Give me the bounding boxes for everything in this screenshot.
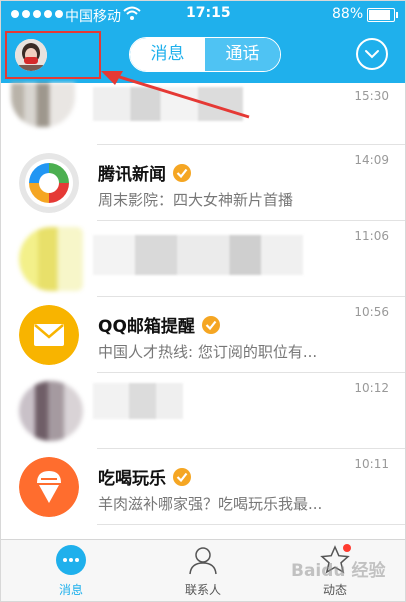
wifi-icon bbox=[123, 6, 141, 20]
battery-icon bbox=[367, 8, 398, 22]
conversation-name: 吃喝玩乐 bbox=[98, 464, 192, 489]
user-avatar[interactable] bbox=[15, 39, 47, 71]
pixelated-message bbox=[93, 235, 303, 275]
conversation-preview: 羊肉滋补哪家强？吃喝玩乐我最... bbox=[98, 495, 323, 513]
conversation-row[interactable]: 10:12 bbox=[1, 373, 405, 449]
conversation-row[interactable]: 15:30 bbox=[1, 83, 405, 145]
conversation-name: 腾讯新闻 bbox=[98, 160, 192, 185]
conversation-time: 10:56 bbox=[354, 305, 389, 319]
watermark: Baidu 经验 bbox=[291, 561, 386, 581]
contacts-icon bbox=[189, 547, 217, 575]
conversation-preview: 中国人才热线: 您订阅的职位有... bbox=[98, 343, 318, 361]
ice-cream-icon bbox=[19, 457, 79, 517]
pixelated-avatar bbox=[11, 83, 75, 127]
conversation-time: 11:06 bbox=[354, 229, 389, 243]
message-call-switch: 消息 通话 bbox=[129, 37, 281, 72]
pixelated-message bbox=[93, 383, 183, 419]
tab-calls[interactable]: 通话 bbox=[205, 38, 280, 71]
top-bar: 中国移动 17:15 88% 消息 通话 bbox=[1, 1, 405, 83]
conversation-preview: 周末影院：四大女神新片首播 bbox=[98, 191, 294, 209]
notification-dot bbox=[343, 544, 351, 552]
conversation-row[interactable]: 11:06 bbox=[1, 221, 405, 297]
clock: 17:15 bbox=[186, 5, 231, 21]
pixelated-avatar bbox=[19, 381, 83, 441]
pixelated-avatar bbox=[19, 227, 83, 291]
status-bar: 中国移动 17:15 88% bbox=[1, 1, 405, 29]
chevron-down-icon bbox=[365, 50, 379, 59]
phone-screen: 中国移动 17:15 88% 消息 通话 15:30 腾讯新闻 周末影院：四大女… bbox=[0, 0, 406, 602]
conversation-row[interactable]: QQ邮箱提醒 中国人才热线: 您订阅的职位有... 10:56 bbox=[1, 297, 405, 373]
carrier-label: 中国移动 bbox=[65, 9, 121, 25]
battery-percent: 88% bbox=[332, 6, 364, 22]
tab-messages[interactable]: 消息 bbox=[130, 38, 205, 71]
avatar-image bbox=[15, 39, 47, 71]
conversation-row[interactable]: 吃喝玩乐 羊肉滋补哪家强？吃喝玩乐我最... 10:11 bbox=[1, 449, 405, 525]
mail-icon bbox=[19, 305, 79, 365]
tab-contacts-bottom[interactable]: 联系人 bbox=[158, 544, 248, 598]
more-menu-button[interactable] bbox=[356, 38, 388, 70]
verified-badge-icon bbox=[173, 468, 191, 486]
chat-icon bbox=[56, 545, 86, 575]
tab-messages-bottom[interactable]: 消息 bbox=[26, 544, 116, 598]
conversation-row[interactable]: 腾讯新闻 周末影院：四大女神新片首播 14:09 bbox=[1, 145, 405, 221]
conversation-time: 10:11 bbox=[354, 457, 389, 471]
verified-badge-icon bbox=[201, 316, 220, 334]
verified-badge-icon bbox=[173, 164, 191, 182]
conversation-time: 10:12 bbox=[354, 381, 389, 395]
conversation-time: 15:30 bbox=[354, 89, 389, 103]
conversation-name: QQ邮箱提醒 bbox=[98, 312, 221, 337]
pixelated-message bbox=[93, 87, 243, 121]
tencent-news-icon bbox=[19, 153, 79, 213]
conversation-list: 15:30 腾讯新闻 周末影院：四大女神新片首播 14:09 11:06 QQ邮… bbox=[1, 83, 405, 539]
conversation-time: 14:09 bbox=[354, 153, 389, 167]
signal-strength-icon bbox=[11, 10, 63, 18]
avatar-highlight-box bbox=[5, 31, 101, 79]
